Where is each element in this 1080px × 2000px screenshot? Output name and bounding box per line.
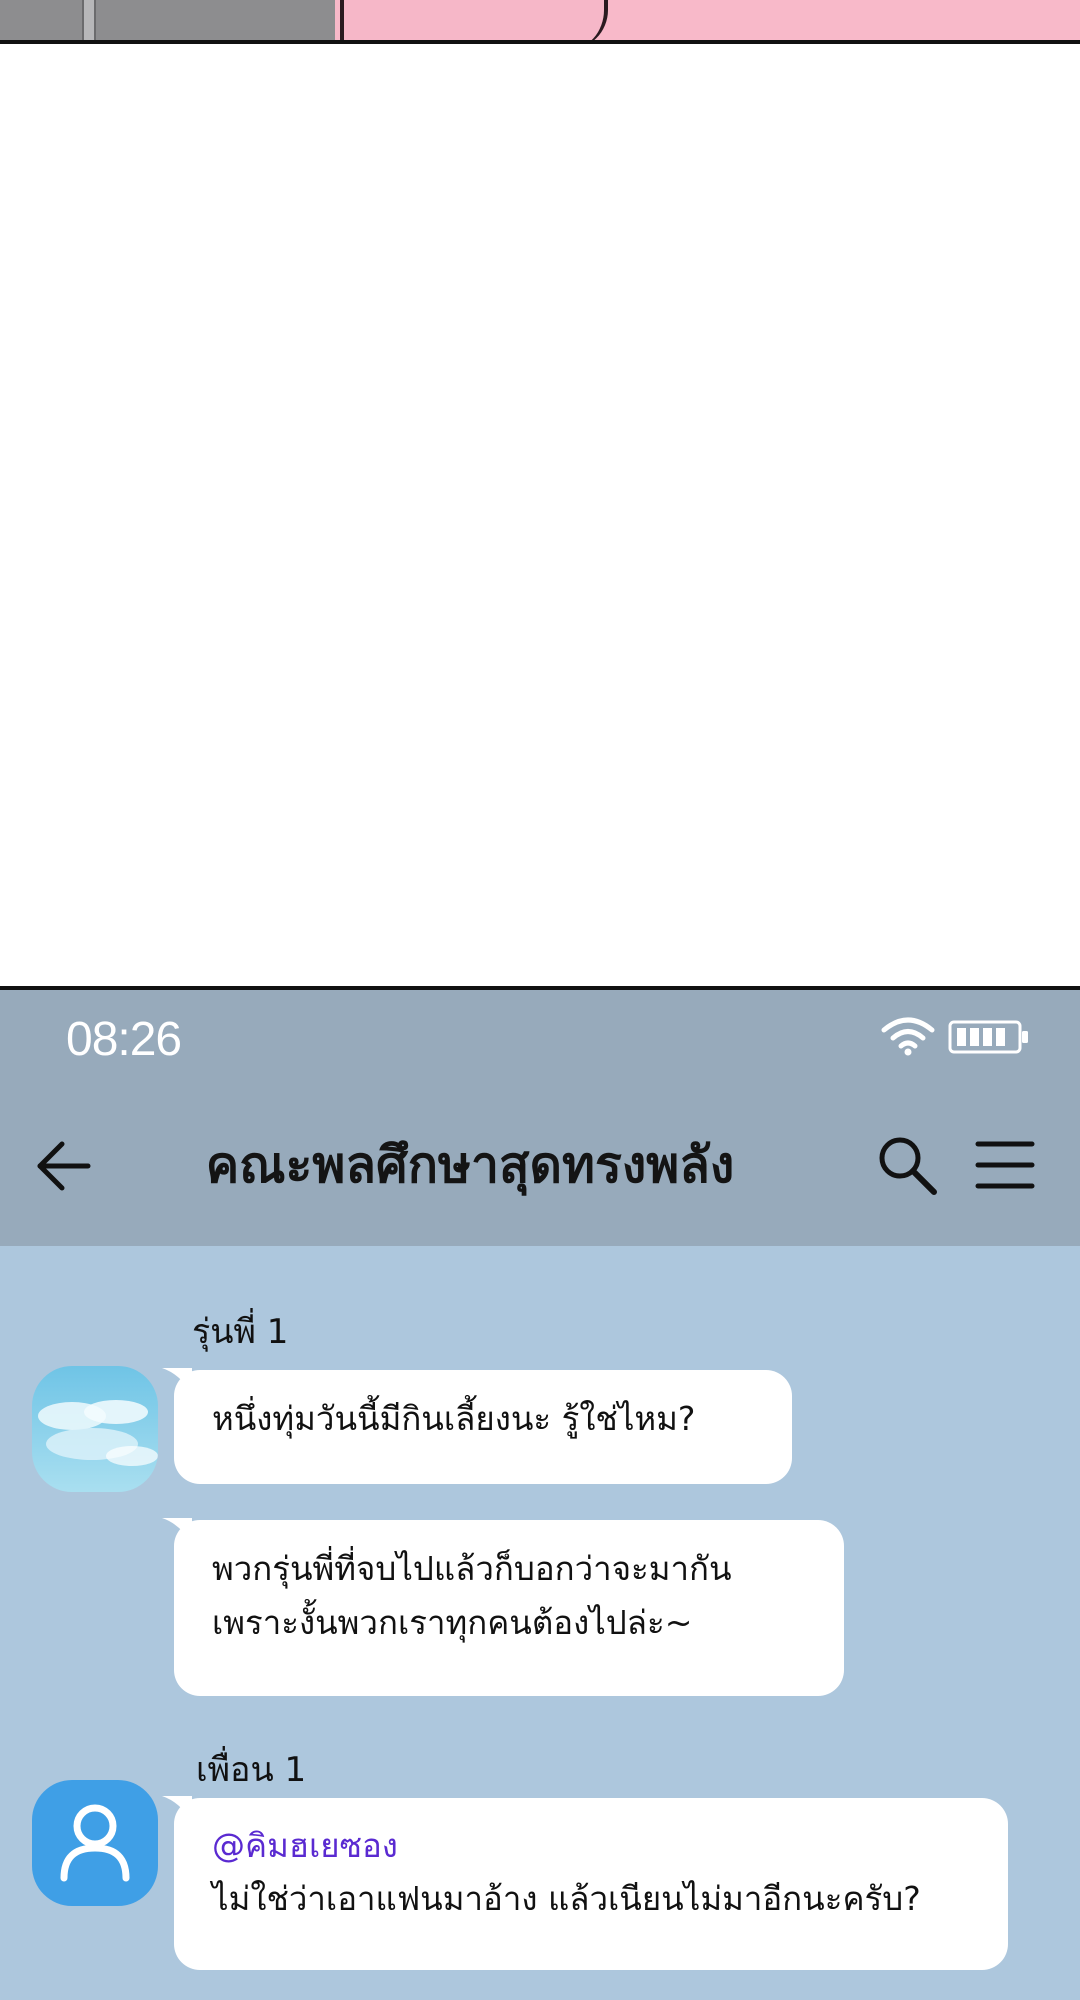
- comic-panel-illustration: [0, 0, 1080, 44]
- message-text: พวกรุ่นพี่ที่จบไปแล้วก็บอกว่าจะมากัน: [212, 1549, 732, 1588]
- comic-page: 08:26 คณะพลศึกษาสุดทรงพลัง รุ่นพี่ 1 หนึ…: [0, 0, 1080, 2000]
- mention-link[interactable]: @คิมฮเยซอง: [212, 1820, 970, 1872]
- sender-name: รุ่นพี่ 1: [192, 1312, 289, 1352]
- chat-header: คณะพลศึกษาสุดทรงพลัง: [0, 1090, 1080, 1246]
- message-text: เพราะงั้นพวกเราทุกคนต้องไปล่ะ~: [212, 1603, 693, 1642]
- status-bar: 08:26: [0, 990, 1080, 1090]
- menu-button[interactable]: [970, 1130, 1040, 1200]
- arrow-left-icon: [37, 1141, 91, 1191]
- battery-icon: [948, 1020, 1028, 1054]
- message-bubble[interactable]: หนึ่งทุ่มวันนี้มีกินเลี้ยงนะ รู้ใช่ไหม?: [162, 1368, 792, 1484]
- status-time: 08:26: [66, 1013, 182, 1066]
- sky-avatar-image: [32, 1366, 158, 1492]
- message-bubble[interactable]: @คิมฮเยซอง ไม่ใช่ว่าเอาแฟนมาอ้าง แล้วเนี…: [162, 1796, 1008, 1970]
- message-text: หนึ่งทุ่มวันนี้มีกินเลี้ยงนะ รู้ใช่ไหม?: [212, 1399, 696, 1438]
- search-icon: [879, 1137, 937, 1195]
- message-text: ไม่ใช่ว่าเอาแฟนมาอ้าง แล้วเนียนไม่มาอีกน…: [212, 1879, 921, 1918]
- avatar-default[interactable]: [32, 1780, 158, 1906]
- wifi-icon: [881, 1017, 935, 1056]
- back-button[interactable]: [30, 1130, 100, 1200]
- chat-title: คณะพลศึกษาสุดทรงพลัง: [205, 1136, 735, 1194]
- sender-name: เพื่อน 1: [196, 1750, 307, 1790]
- phone-chat-screen: 08:26 คณะพลศึกษาสุดทรงพลัง รุ่นพี่ 1 หนึ…: [0, 986, 1080, 2000]
- person-icon: [60, 1804, 130, 1882]
- search-button[interactable]: [872, 1130, 942, 1200]
- message-bubble[interactable]: พวกรุ่นพี่ที่จบไปแล้วก็บอกว่าจะมากัน เพร…: [162, 1518, 844, 1696]
- avatar-sky[interactable]: [32, 1366, 158, 1492]
- hamburger-menu-icon: [975, 1141, 1035, 1189]
